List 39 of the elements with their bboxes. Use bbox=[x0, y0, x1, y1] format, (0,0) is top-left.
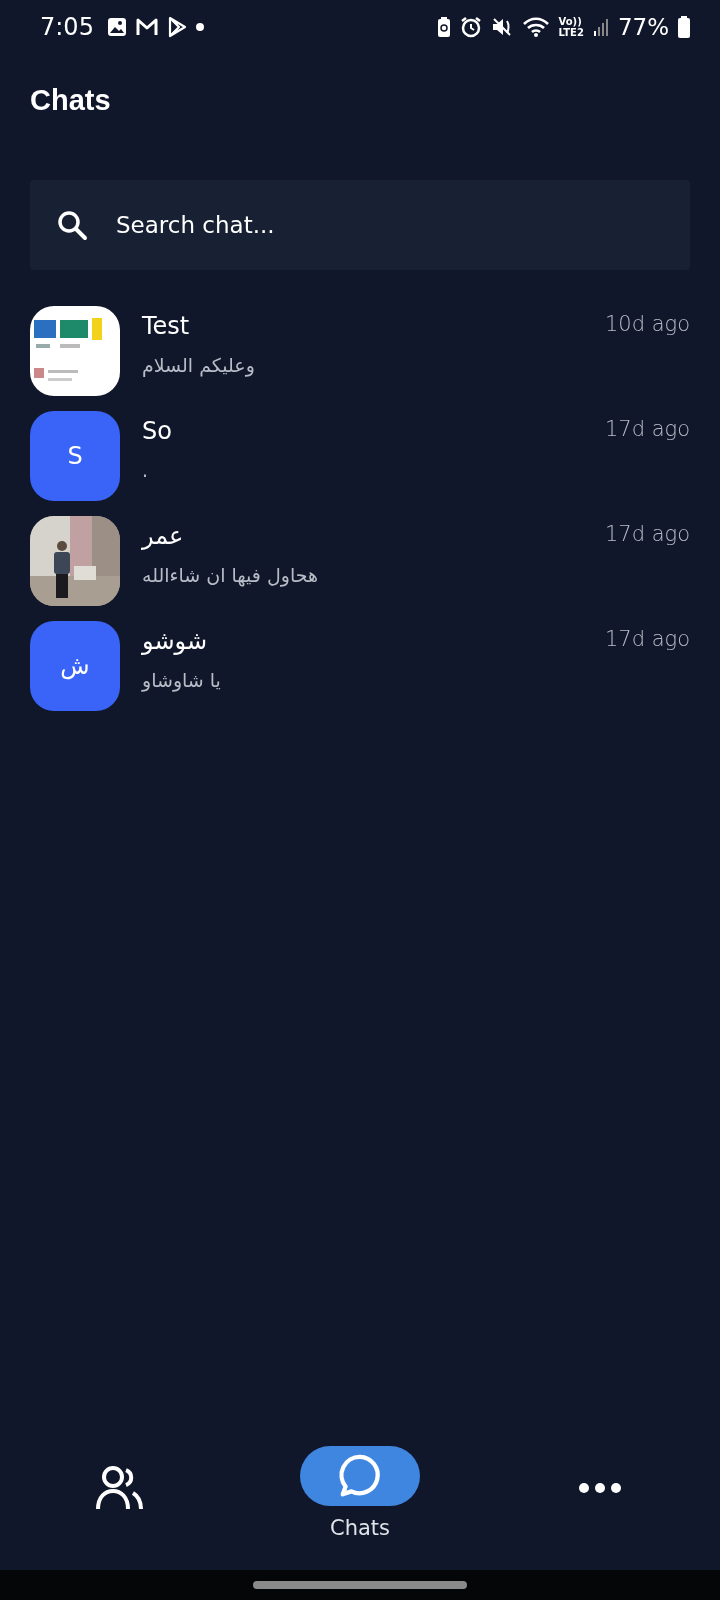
message-preview: وعليكم السلام bbox=[142, 354, 255, 376]
search-icon bbox=[56, 209, 88, 241]
people-icon bbox=[95, 1465, 145, 1511]
wifi-icon bbox=[521, 16, 550, 38]
battery-saver-icon bbox=[436, 16, 451, 38]
tab-label: Chats bbox=[330, 1516, 390, 1540]
search-input[interactable]: Search chat... bbox=[114, 211, 664, 239]
contact-name: Test bbox=[142, 312, 190, 340]
network-label: Vo)) bbox=[558, 16, 583, 27]
chat-time: 17d ago bbox=[604, 417, 690, 441]
mail-icon bbox=[135, 17, 158, 37]
gallery-icon bbox=[106, 17, 127, 37]
battery-percent: 77% bbox=[617, 14, 669, 40]
signal-icon bbox=[592, 17, 609, 37]
chat-bubble-icon bbox=[337, 1453, 383, 1499]
message-preview: يا شاوشاو bbox=[142, 669, 221, 691]
chats-tab[interactable] bbox=[300, 1446, 420, 1506]
network-label: LTE2 bbox=[558, 27, 584, 38]
message-preview: هحاول فيها ان شاءالله bbox=[142, 564, 318, 586]
gesture-handle[interactable] bbox=[253, 1581, 467, 1589]
chat-time: 17d ago bbox=[604, 627, 690, 651]
page-title: Chats bbox=[29, 83, 112, 118]
chat-item[interactable]: S So 17d ago . bbox=[30, 411, 690, 501]
chat-time: 17d ago bbox=[604, 522, 690, 546]
chat-time: 10d ago bbox=[604, 312, 690, 336]
mute-icon bbox=[490, 16, 513, 38]
alarm-icon bbox=[459, 16, 482, 38]
avatar: S bbox=[30, 411, 120, 501]
more-icon bbox=[578, 1482, 622, 1494]
battery-icon bbox=[678, 16, 690, 38]
message-preview: . bbox=[142, 459, 149, 481]
avatar: ش bbox=[30, 621, 120, 711]
contact-name: So bbox=[142, 417, 172, 445]
search-field[interactable]: Search chat... bbox=[30, 180, 690, 270]
play-icon bbox=[166, 16, 187, 38]
status-time: 7:05 bbox=[40, 13, 94, 41]
contact-name: عمر bbox=[142, 522, 184, 550]
contact-name: شوشو bbox=[142, 627, 207, 655]
dot-icon bbox=[195, 23, 204, 31]
